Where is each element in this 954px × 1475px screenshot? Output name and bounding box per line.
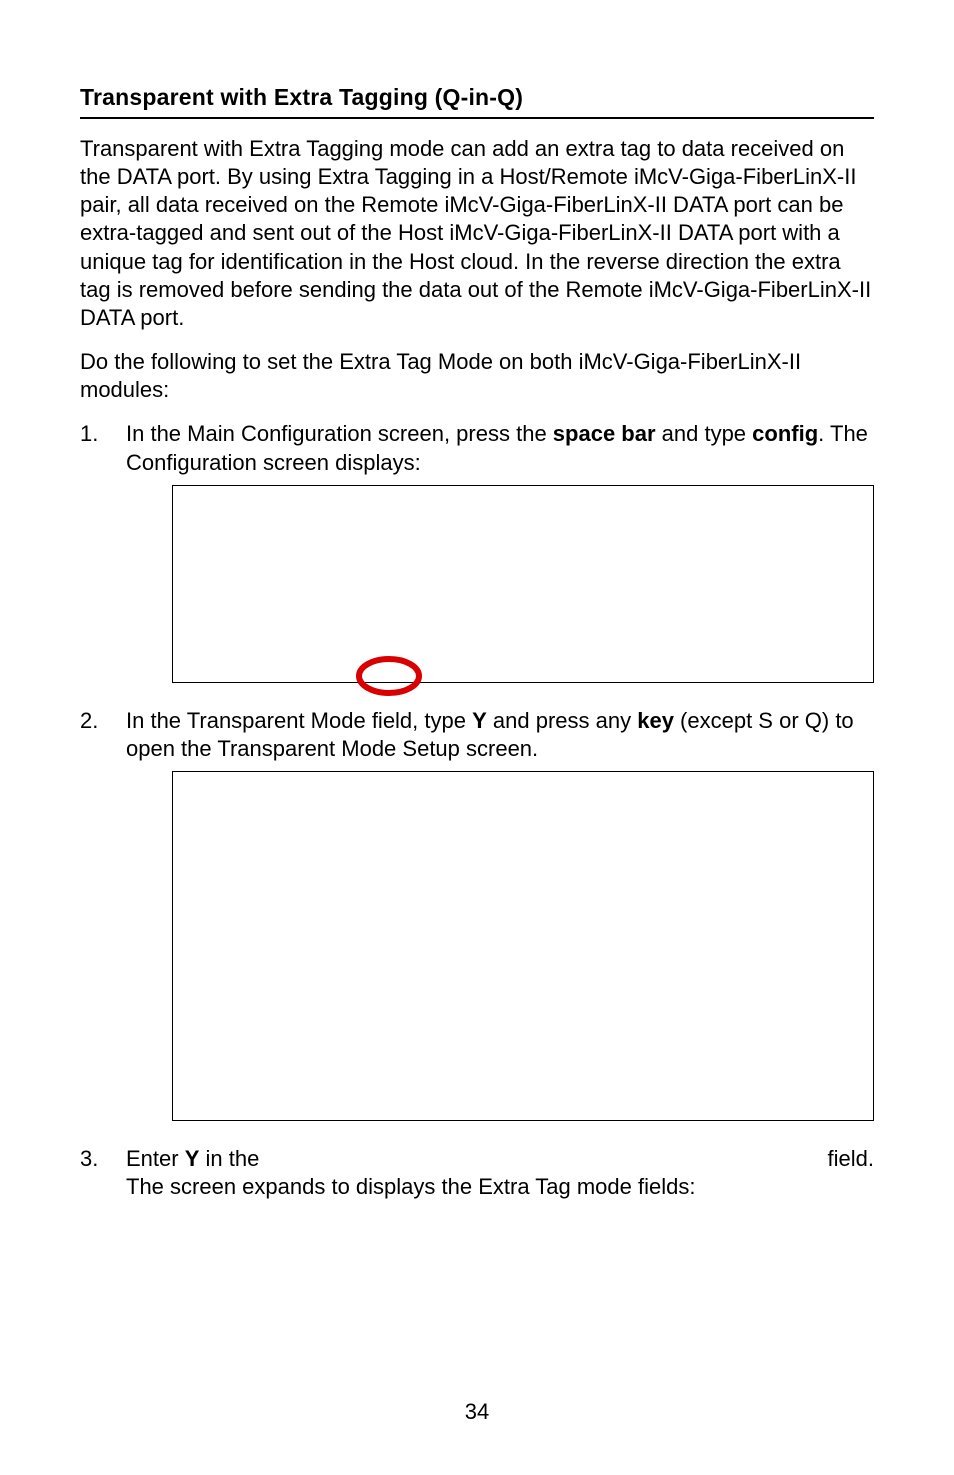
step-2-content: In the Transparent Mode field, type Y an…: [126, 707, 874, 1135]
text: In the Main Configuration screen, press …: [126, 421, 553, 446]
text: In the Transparent Mode field, type: [126, 708, 472, 733]
step-3-line2: The screen expands to displays the Extra…: [126, 1173, 874, 1201]
transparent-mode-setup-placeholder: [172, 771, 874, 1121]
step-3-line1-right: field.: [828, 1145, 874, 1173]
step-3-content: Enter Y in the field. The screen expands…: [126, 1145, 874, 1201]
red-oval-annotation-icon: [353, 654, 425, 698]
bold-text: space bar: [553, 421, 656, 446]
text: and press any: [487, 708, 637, 733]
page-number: 34: [0, 1399, 954, 1425]
text: in the: [199, 1146, 259, 1171]
step-number: 3.: [80, 1145, 126, 1173]
step-3: 3. Enter Y in the field. The screen expa…: [80, 1145, 874, 1201]
section-heading: Transparent with Extra Tagging (Q-in-Q): [80, 84, 874, 111]
config-screen-placeholder: [172, 485, 874, 683]
step-1-content: In the Main Configuration screen, press …: [126, 420, 874, 696]
bold-text: Y: [472, 708, 487, 733]
heading-rule: [80, 117, 874, 119]
step-2-text: In the Transparent Mode field, type Y an…: [126, 708, 854, 761]
step-1: 1. In the Main Configuration screen, pre…: [80, 420, 874, 696]
intro-paragraph-2: Do the following to set the Extra Tag Mo…: [80, 348, 874, 404]
intro-paragraph-1: Transparent with Extra Tagging mode can …: [80, 135, 874, 332]
text: and type: [656, 421, 753, 446]
step-number: 1.: [80, 420, 126, 448]
bold-text: key: [637, 708, 674, 733]
bold-text: config: [752, 421, 818, 446]
steps-list: 1. In the Main Configuration screen, pre…: [80, 420, 874, 1201]
text: Enter: [126, 1146, 185, 1171]
step-2: 2. In the Transparent Mode field, type Y…: [80, 707, 874, 1135]
bold-text: Y: [185, 1146, 200, 1171]
step-1-text: In the Main Configuration screen, press …: [126, 421, 868, 474]
step-number: 2.: [80, 707, 126, 735]
step-3-line1-left: Enter Y in the: [126, 1145, 259, 1173]
